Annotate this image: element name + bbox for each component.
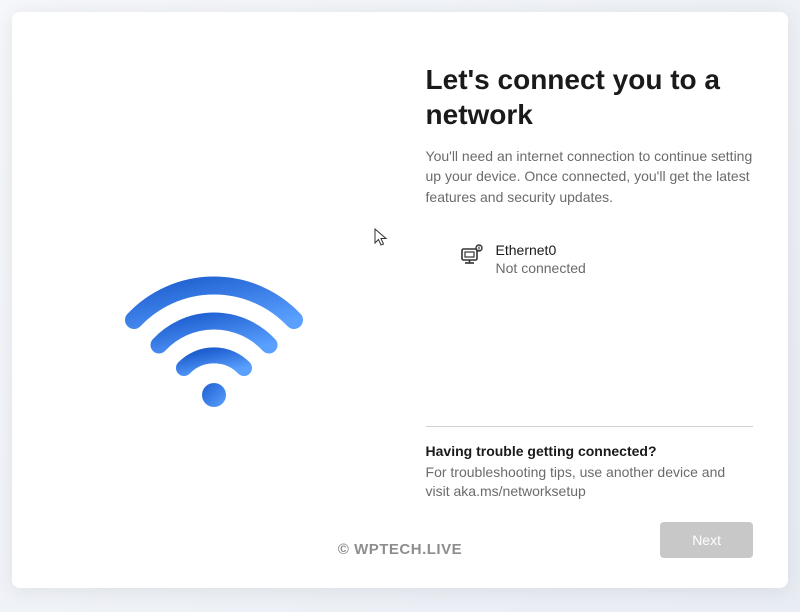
oobe-network-window: Let's connect you to a network You'll ne… [12, 12, 788, 588]
divider [426, 426, 753, 427]
page-title: Let's connect you to a network [426, 62, 753, 132]
network-name: Ethernet0 [496, 241, 586, 259]
troubleshooting-text: For troubleshooting tips, use another de… [426, 463, 753, 502]
ethernet-icon [460, 243, 484, 267]
page-subtitle: You'll need an internet connection to co… [426, 146, 753, 207]
troubleshooting-heading: Having trouble getting connected? [426, 443, 753, 459]
button-row: Next [426, 522, 753, 558]
illustration-panel [12, 12, 416, 588]
network-status: Not connected [496, 259, 586, 277]
wifi-icon [114, 250, 314, 410]
network-item-ethernet[interactable]: Ethernet0 Not connected [456, 235, 753, 283]
content-panel: Let's connect you to a network You'll ne… [416, 12, 788, 588]
watermark: © WPTECH.LIVE [338, 541, 462, 558]
next-button[interactable]: Next [660, 522, 753, 558]
troubleshooting-section: Having trouble getting connected? For tr… [426, 443, 753, 502]
network-details: Ethernet0 Not connected [496, 241, 586, 277]
